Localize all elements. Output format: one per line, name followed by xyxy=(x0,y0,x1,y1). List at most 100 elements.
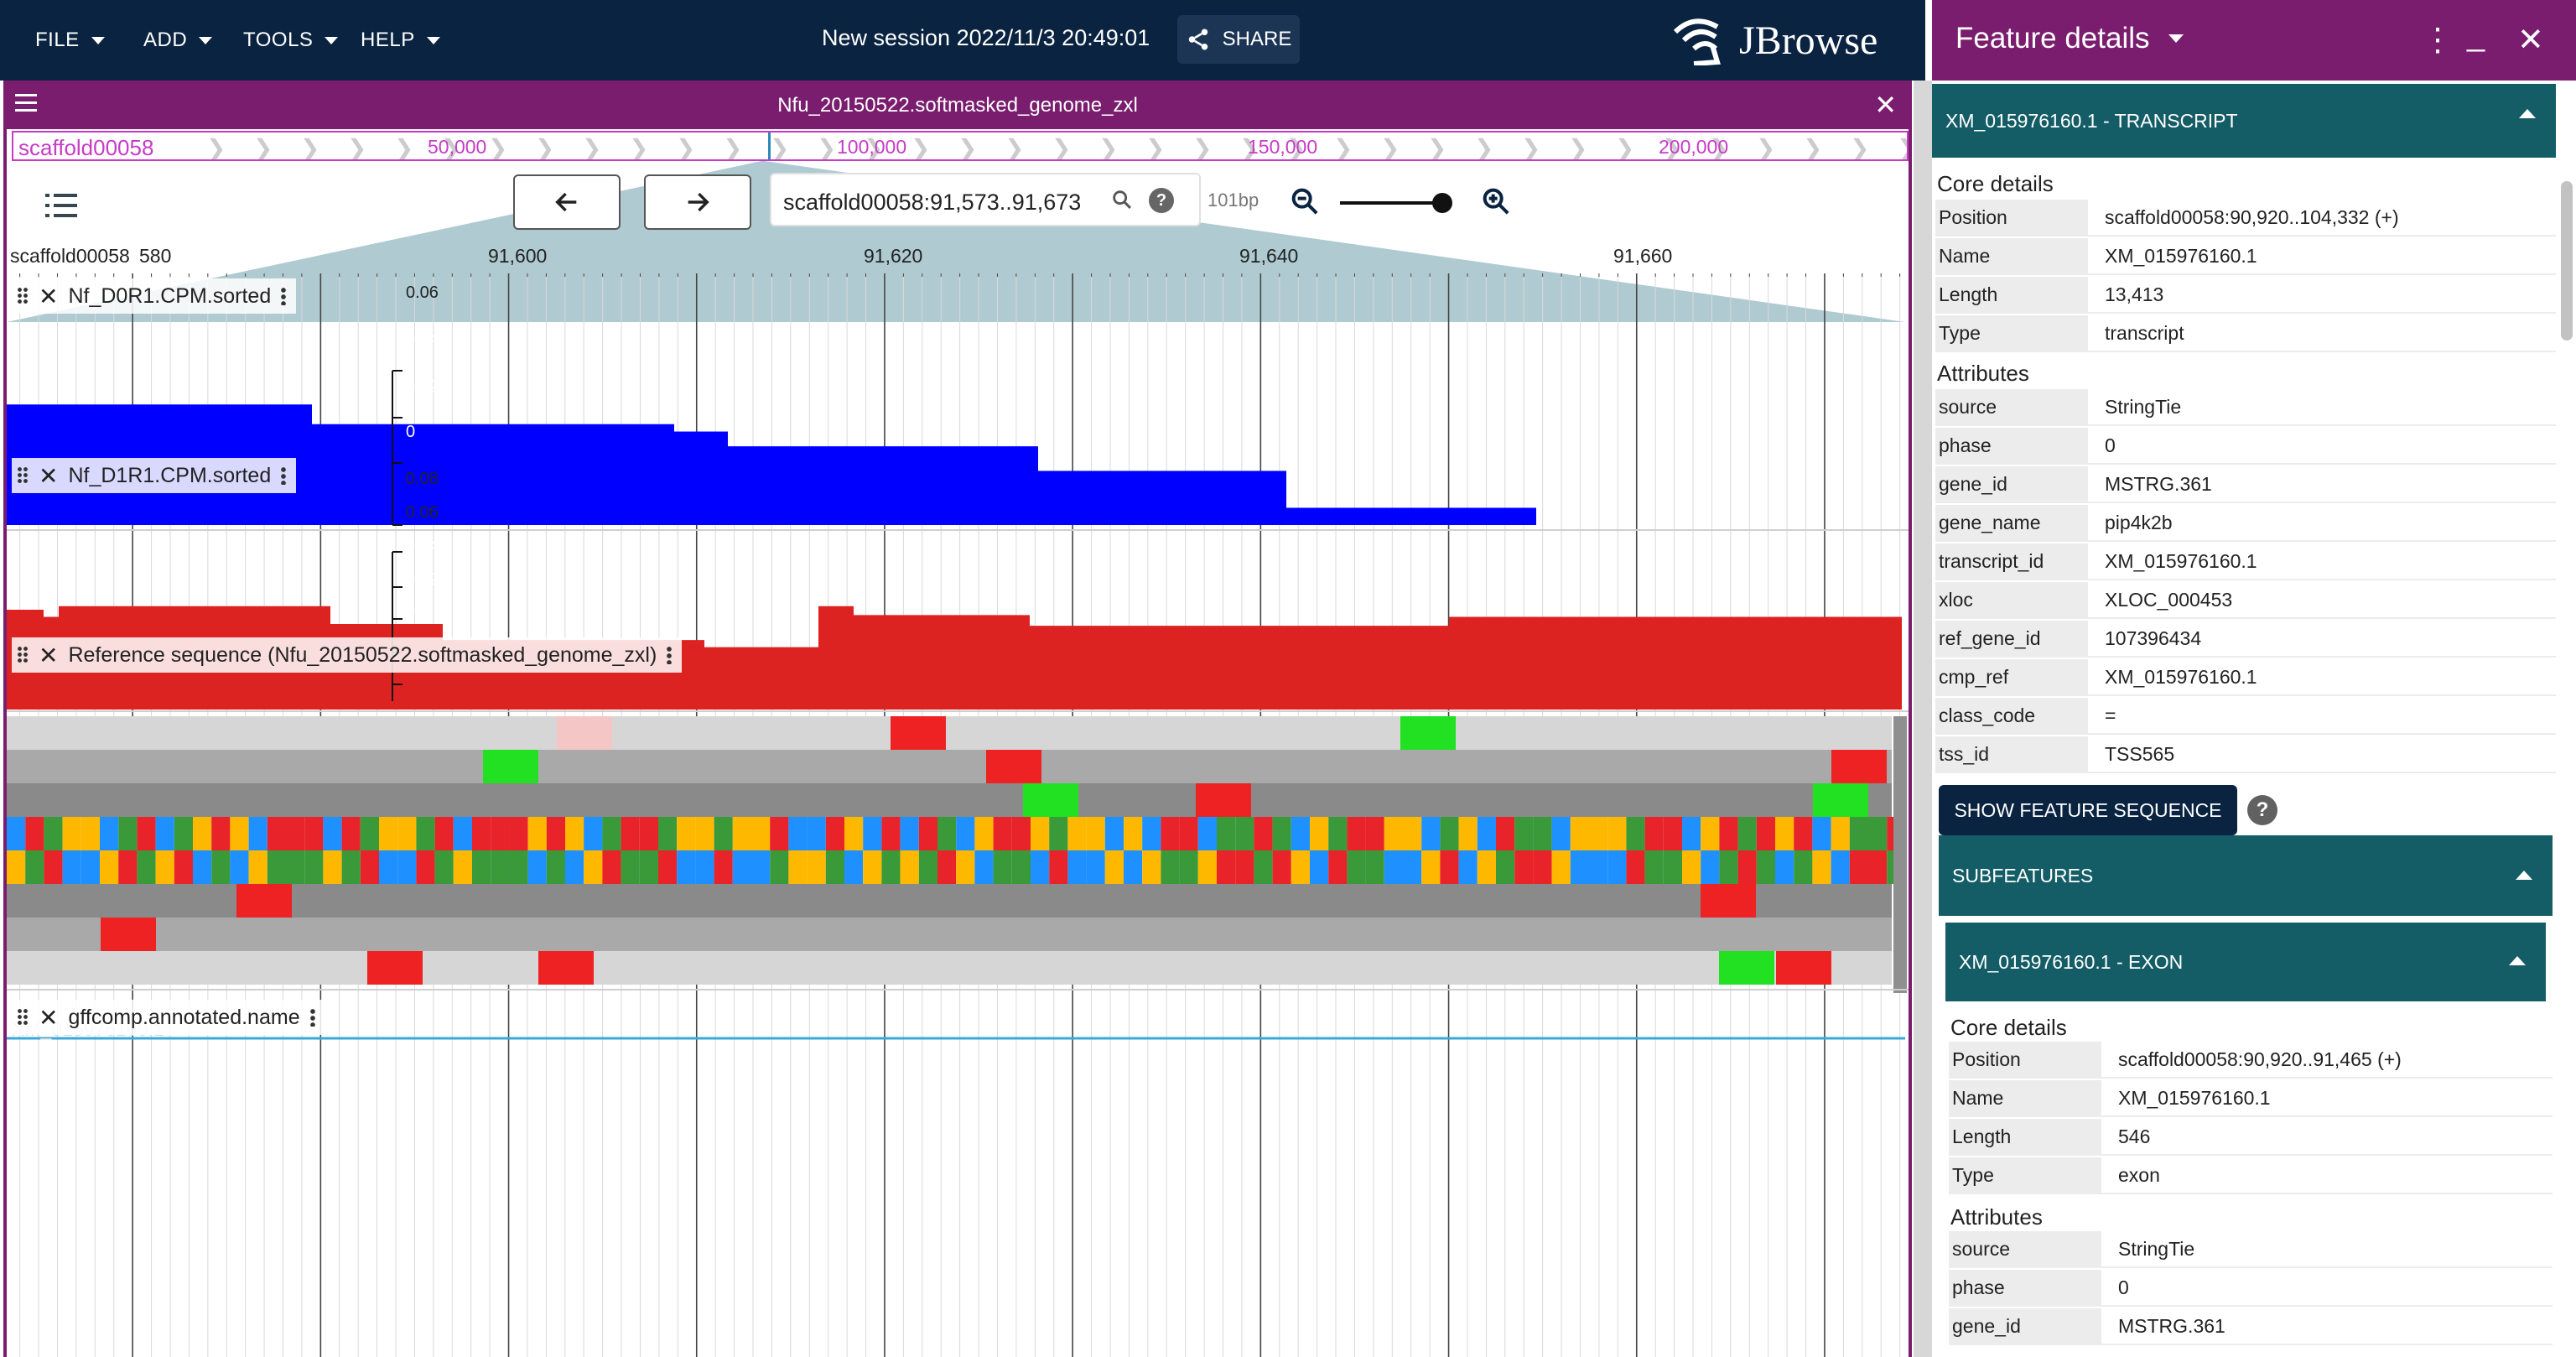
base-reverse xyxy=(211,850,231,884)
close-track-icon[interactable]: ✕ xyxy=(39,283,58,310)
strand-chevron: ❯ xyxy=(1192,135,1213,161)
subfeatures-accordion-header[interactable]: SUBFEATURES xyxy=(1939,835,2553,916)
base-reverse xyxy=(1626,850,1645,884)
axis-tick-label: 0.04 xyxy=(406,537,439,555)
track-selector-icon[interactable] xyxy=(45,191,79,220)
minimize-icon[interactable]: _ xyxy=(2467,15,2485,55)
base-forward xyxy=(1235,817,1254,850)
strand-chevron: ❯ xyxy=(582,135,602,161)
base-reverse xyxy=(825,850,844,884)
help-icon[interactable]: ? xyxy=(2247,795,2277,825)
base-reverse xyxy=(1458,850,1478,884)
kv-key: Name xyxy=(1935,238,2088,273)
base-forward xyxy=(248,817,267,850)
pan-right-button[interactable] xyxy=(644,174,751,230)
coverage-bar xyxy=(1449,616,1902,710)
base-reverse xyxy=(1533,850,1552,884)
help-icon[interactable]: ? xyxy=(1149,188,1174,213)
view-header: Nfu_20150522.softmasked_genome_zxl ✕ xyxy=(7,81,1909,129)
kv-value: XM_015976160.1 xyxy=(2118,1086,2271,1109)
track-label-nf-d1r1[interactable]: ✕ Nf_D1R1.CPM.sorted xyxy=(12,458,297,493)
drag-handle-icon[interactable] xyxy=(17,646,29,664)
base-forward xyxy=(993,817,1012,850)
base-forward xyxy=(1403,817,1422,850)
close-track-icon[interactable]: ✕ xyxy=(39,462,58,490)
kv-key: Position xyxy=(1935,200,2088,235)
base-reverse xyxy=(248,850,267,884)
close-icon[interactable]: ✕ xyxy=(2517,20,2544,60)
base-reverse xyxy=(1589,850,1608,884)
more-vert-icon[interactable]: ⋮ xyxy=(2422,20,2454,60)
share-button[interactable]: SHARE xyxy=(1177,15,1300,64)
base-reverse xyxy=(1291,850,1310,884)
zoom-out-icon[interactable] xyxy=(1288,185,1322,218)
base-forward xyxy=(546,817,565,850)
close-track-icon[interactable]: ✕ xyxy=(39,642,58,669)
base-forward xyxy=(602,817,621,850)
track-menu-icon[interactable] xyxy=(667,646,673,664)
base-reverse xyxy=(639,850,658,884)
base-reverse xyxy=(1421,850,1441,884)
drawer-resize-handle[interactable] xyxy=(1914,81,1932,1357)
base-forward xyxy=(174,817,193,850)
base-forward xyxy=(416,817,435,850)
drag-handle-icon[interactable] xyxy=(17,287,29,305)
view-title[interactable]: Nfu_20150522.softmasked_genome_zxl xyxy=(7,94,1909,117)
close-track-icon[interactable]: ✕ xyxy=(39,1004,58,1032)
strand-chevron: ❯ xyxy=(1756,135,1776,161)
pan-left-button[interactable] xyxy=(513,174,621,230)
base-forward xyxy=(695,817,714,850)
base-forward xyxy=(1496,817,1515,850)
base-reverse xyxy=(974,850,994,884)
strand-chevron: ❯ xyxy=(911,135,931,161)
overview-tick: 50,000 xyxy=(428,136,487,158)
kv-value: MSTRG.361 xyxy=(2105,472,2212,495)
base-reverse xyxy=(1328,850,1348,884)
kv-value: pip4k2b xyxy=(2105,511,2173,533)
drag-handle-icon[interactable] xyxy=(17,1008,29,1027)
close-view-icon[interactable]: ✕ xyxy=(1874,89,1897,121)
track-menu-icon[interactable] xyxy=(309,1008,315,1027)
base-reverse xyxy=(1254,850,1273,884)
base-reverse xyxy=(1384,850,1403,884)
menu-tools[interactable]: TOOLS xyxy=(243,0,339,81)
translation-frame-row xyxy=(7,918,1892,951)
kv-value: transcript xyxy=(2105,321,2184,344)
base-reverse xyxy=(621,850,640,884)
show-feature-sequence-button[interactable]: SHOW FEATURE SEQUENCE xyxy=(1939,785,2237,835)
base-forward xyxy=(118,817,138,850)
base-forward xyxy=(639,817,658,850)
base-reverse xyxy=(1031,850,1050,884)
track-menu-icon[interactable] xyxy=(281,287,287,305)
kv-value: scaffold00058:90,920..104,332 (+) xyxy=(2105,205,2399,228)
location-input[interactable]: scaffold00058:91,573..91,673 ? xyxy=(770,173,1201,226)
session-title[interactable]: New session 2022/11/3 20:49:01 xyxy=(822,25,1150,51)
subfeatures-title: SUBFEATURES xyxy=(1952,864,2094,886)
kv-value: 0 xyxy=(2105,434,2116,456)
drawer-widget-select[interactable]: Feature details xyxy=(1955,22,2184,55)
menu-file[interactable]: FILE xyxy=(35,0,105,81)
drawer-title-text: Feature details xyxy=(1955,22,2150,55)
track-area[interactable] xyxy=(7,273,1909,1357)
exon-accordion-header[interactable]: XM_015976160.1 - EXON xyxy=(1945,923,2546,1001)
zoom-slider-thumb[interactable] xyxy=(1432,193,1452,213)
menu-add[interactable]: ADD xyxy=(143,0,213,81)
track-scrollbar xyxy=(1893,716,1907,993)
menu-help[interactable]: HELP xyxy=(361,0,440,81)
zoom-slider[interactable] xyxy=(1340,201,1447,205)
drawer-scrollbar[interactable] xyxy=(2561,181,2573,341)
base-reverse xyxy=(732,850,751,884)
strand-chevron: ❯ xyxy=(1803,135,1823,161)
track-label-reference-sequence[interactable]: ✕ Reference sequence (Nfu_20150522.softm… xyxy=(12,637,683,673)
track-menu-icon[interactable] xyxy=(281,466,287,485)
zoom-in-icon[interactable] xyxy=(1479,185,1513,218)
drag-handle-icon[interactable] xyxy=(17,466,29,485)
track-label-gffcomp[interactable]: ✕ gffcomp.annotated.name xyxy=(12,1000,325,1035)
overview-scalebar[interactable]: ❯❯❯❯❯❯❯❯❯❯❯❯❯❯❯❯❯❯❯❯❯❯❯❯❯❯❯❯❯❯❯❯❯❯❯❯❯ sc… xyxy=(12,131,1909,161)
base-forward xyxy=(1831,817,1850,850)
codon-highlight xyxy=(1701,884,1756,918)
transcript-accordion-header[interactable]: XM_015976160.1 - TRANSCRIPT xyxy=(1932,84,2556,158)
kv-key: tss_id xyxy=(1935,736,2088,772)
search-icon[interactable] xyxy=(1110,188,1134,211)
track-label-nf-d0r1[interactable]: ✕ Nf_D0R1.CPM.sorted xyxy=(12,278,297,314)
